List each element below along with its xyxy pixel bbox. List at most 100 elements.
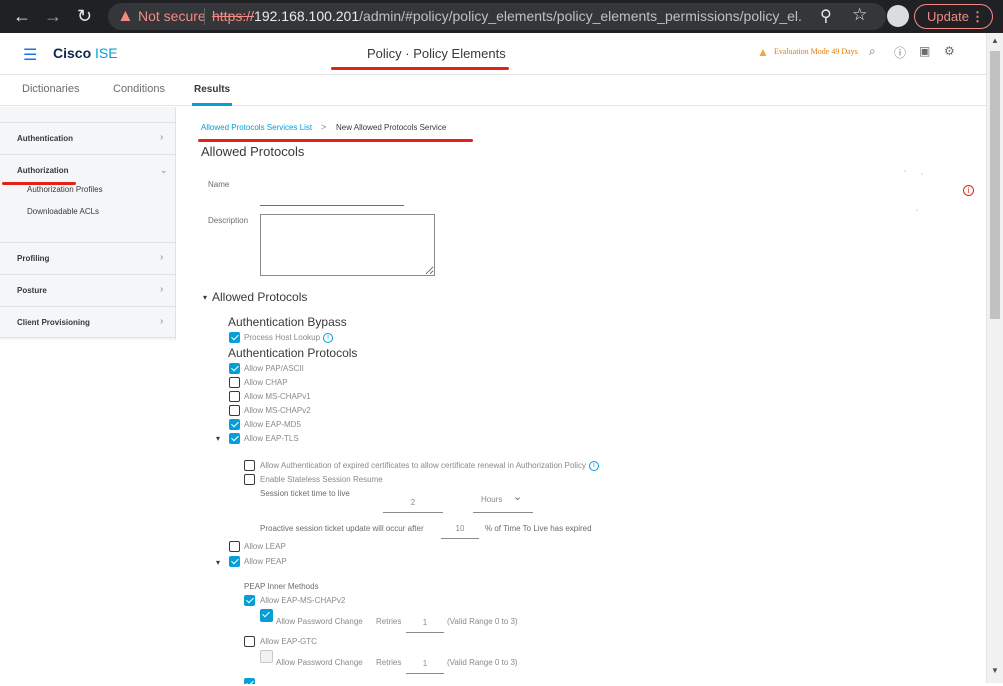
auth-bypass-heading: Authentication Bypass [228, 315, 347, 329]
gtc-password-change-checkbox[interactable] [260, 650, 273, 663]
tab-results[interactable]: Results [194, 84, 230, 95]
proactive-update-prefix: Proactive session ticket update will occ… [260, 524, 424, 533]
description-label: Description [208, 216, 249, 225]
evaluation-mode-label[interactable]: Evaluation Mode 49 Days [774, 47, 858, 56]
scroll-up-icon[interactable]: ▲ [991, 36, 999, 45]
sidebar-item-profiling[interactable]: Profiling › [0, 242, 175, 274]
forward-arrow-icon[interactable]: → [44, 5, 62, 27]
next-checkbox-partial[interactable] [244, 678, 255, 684]
breadcrumb-separator: > [321, 122, 327, 132]
update-label: Update [927, 9, 969, 24]
allow-chap-label: Allow CHAP [244, 378, 288, 387]
info-icon[interactable]: i [588, 461, 599, 471]
vertical-scrollbar[interactable]: ▲ ▼ [986, 33, 1003, 683]
scrollbar-thumb[interactable] [990, 51, 1000, 319]
name-field[interactable] [260, 189, 404, 206]
description-field[interactable] [260, 214, 435, 276]
breadcrumb-link[interactable]: Allowed Protocols Services List [201, 123, 312, 132]
url-host: 192.168.100.201 [254, 8, 360, 24]
proactive-update-input[interactable] [441, 519, 479, 539]
sidebar-item-authentication[interactable]: Authentication › [0, 122, 175, 154]
allow-peap-checkbox[interactable] [229, 556, 240, 567]
search-icon[interactable]: ⌕ [869, 44, 876, 59]
gtc-retries-input[interactable] [406, 654, 444, 674]
url-divider [204, 8, 205, 25]
allow-eap-tls-checkbox[interactable] [229, 433, 240, 444]
url-path: /admin/#policy/policy_elements/policy_el… [359, 8, 802, 24]
chevron-right-icon: › [160, 252, 164, 263]
tab-conditions[interactable]: Conditions [113, 83, 165, 95]
page-title: Policy · Policy Elements [367, 46, 506, 61]
expired-certs-checkbox[interactable] [244, 460, 255, 471]
process-host-lookup-checkbox[interactable] [229, 332, 240, 343]
scroll-down-icon[interactable]: ▼ [991, 666, 999, 675]
mschapv2-range-label: (Valid Range 0 to 3) [447, 617, 518, 626]
expand-caret-icon[interactable]: ▾ [216, 558, 220, 567]
back-arrow-icon[interactable]: ← [13, 5, 31, 27]
name-label: Name [208, 180, 230, 189]
allow-peap-label: Allow PEAP [244, 557, 287, 566]
sidebar-item-client-provisioning[interactable]: Client Provisioning › [0, 306, 175, 338]
tab-bar: Dictionaries Conditions Results [0, 75, 986, 106]
peap-mschapv2-checkbox[interactable] [244, 595, 255, 606]
allow-ms-chapv2-label: Allow MS-CHAPv2 [244, 406, 311, 415]
sidebar-item-posture[interactable]: Posture › [0, 274, 175, 306]
allow-ms-chapv1-label: Allow MS-CHAPv1 [244, 392, 311, 401]
hamburger-menu-icon[interactable]: ☰ [23, 45, 37, 65]
brand-ise: ISE [91, 45, 118, 61]
profile-avatar[interactable] [887, 5, 909, 27]
allow-leap-checkbox[interactable] [229, 541, 240, 552]
dashboard-icon[interactable]: ▣ [919, 44, 930, 58]
allow-eap-md5-checkbox[interactable] [229, 419, 240, 430]
peap-gtc-checkbox[interactable] [244, 636, 255, 647]
sidebar-item-label: Posture [17, 286, 47, 295]
collapse-caret-icon[interactable]: ▾ [203, 293, 207, 302]
settings-gear-icon[interactable]: ⚙ [944, 44, 955, 58]
sidebar-subitem-authorization-profiles[interactable]: Authorization Profiles [27, 185, 103, 194]
help-icon[interactable]: ⓘ [894, 44, 906, 61]
mschapv2-retries-input[interactable] [406, 613, 444, 633]
ttl-unit-value: Hours [481, 495, 503, 504]
allow-ms-chapv1-checkbox[interactable] [229, 391, 240, 402]
sidebar-item-label: Authentication [17, 134, 73, 143]
sidebar-item-authorization[interactable]: Authorization ⌄ Authorization Profiles D… [0, 154, 175, 242]
stateless-resume-checkbox[interactable] [244, 474, 255, 485]
address-bar[interactable]: ▲ Not secure https://192.168.100.201/adm… [108, 3, 886, 30]
expired-certs-label: Allow Authentication of expired certific… [260, 461, 599, 471]
stateless-resume-label: Enable Stateless Session Resume [260, 475, 383, 484]
required-info-icon[interactable]: i [963, 185, 974, 196]
brand-logo[interactable]: Cisco ISE [53, 45, 118, 61]
mschapv2-password-change-checkbox[interactable] [260, 609, 273, 622]
bookmark-star-icon[interactable]: ☆ [852, 5, 867, 25]
sidebar-item-label: Authorization [17, 166, 69, 175]
sidebar: Authentication › Authorization ⌄ Authori… [0, 107, 176, 683]
url-text[interactable]: https://192.168.100.201/admin/#policy/po… [212, 8, 802, 24]
warning-icon: ▲ [117, 6, 134, 25]
allow-ms-chapv2-checkbox[interactable] [229, 405, 240, 416]
info-icon[interactable]: i [323, 333, 334, 343]
proactive-update-suffix: % of Time To Live has expired [485, 524, 592, 533]
ticket-ttl-input[interactable] [383, 493, 443, 513]
active-tab-indicator [192, 103, 232, 106]
breadcrumb-current: New Allowed Protocols Service [336, 123, 447, 132]
peap-inner-heading: PEAP Inner Methods [244, 582, 319, 591]
sidebar-item-label: Profiling [17, 254, 50, 263]
allow-chap-checkbox[interactable] [229, 377, 240, 388]
reload-icon[interactable]: ↻ [77, 5, 92, 27]
allow-pap-ascii-checkbox[interactable] [229, 363, 240, 374]
gtc-range-label: (Valid Range 0 to 3) [447, 658, 518, 667]
url-scheme: https:// [212, 8, 255, 24]
mschapv2-retries-label: Retries [376, 617, 402, 626]
process-host-lookup-label: Process Host Lookup i [244, 333, 334, 343]
sidebar-subitem-downloadable-acls[interactable]: Downloadable ACLs [27, 207, 99, 216]
chevron-right-icon: › [160, 316, 164, 327]
ttl-unit-select[interactable]: Hours ⌄ [473, 491, 533, 513]
zoom-icon[interactable]: ⚲ [820, 6, 832, 26]
tab-dictionaries[interactable]: Dictionaries [22, 83, 79, 95]
allow-eap-md5-label: Allow EAP-MD5 [244, 420, 301, 429]
not-secure-label[interactable]: Not secure [138, 8, 206, 24]
update-button[interactable]: Update ⋮ [914, 4, 993, 29]
more-menu-icon[interactable]: ⋮ [971, 5, 984, 28]
expand-caret-icon[interactable]: ▾ [216, 434, 220, 443]
annotation-underline [331, 67, 509, 70]
